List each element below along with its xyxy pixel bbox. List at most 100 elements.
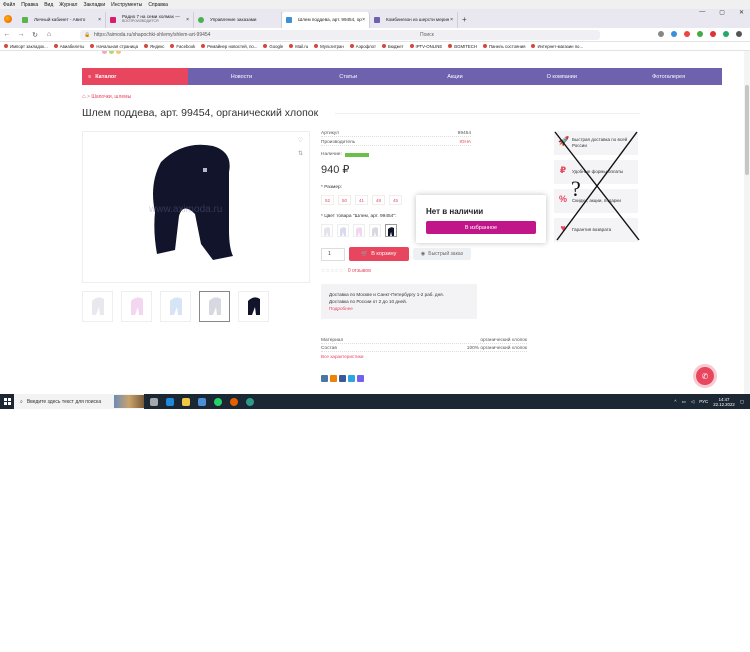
size-option[interactable]: 50 xyxy=(338,195,351,205)
bookmark-item[interactable]: Авиабилеты xyxy=(54,44,85,49)
reload-icon[interactable]: ↻ xyxy=(28,31,42,39)
taskbar-search[interactable]: ⌕ Введите здесь текст для поиска xyxy=(14,394,144,409)
bookmark-item[interactable]: BGMITECH xyxy=(448,44,477,49)
thumbnail-grey[interactable] xyxy=(199,291,230,322)
back-arrow-icon[interactable]: ← xyxy=(0,31,14,38)
bookmark-item[interactable]: Бюджет xyxy=(382,44,404,49)
page-scrollbar[interactable] xyxy=(744,51,750,394)
close-icon[interactable]: × xyxy=(362,12,365,28)
telegram-icon[interactable] xyxy=(348,375,355,382)
color-swatch-grey[interactable] xyxy=(369,224,381,237)
task-view-icon[interactable] xyxy=(150,397,158,406)
reviews-link[interactable]: 0 отзывов xyxy=(348,268,371,274)
facebook-icon[interactable] xyxy=(339,375,346,382)
edge-icon[interactable] xyxy=(166,397,174,406)
size-option[interactable]: 41 xyxy=(355,195,368,205)
close-icon[interactable]: × xyxy=(186,12,189,28)
close-icon[interactable]: × xyxy=(98,12,101,28)
whatsapp-icon[interactable] xyxy=(214,397,222,406)
app-icon[interactable] xyxy=(246,397,254,406)
catalog-button[interactable]: ≡ Каталог xyxy=(82,68,188,85)
tray-chevron-icon[interactable]: ^ xyxy=(674,399,676,404)
language-indicator[interactable]: РУС xyxy=(699,399,708,404)
scrollbar-thumb[interactable] xyxy=(745,85,749,175)
quick-order-button[interactable]: ◉ Быстрый заказ xyxy=(412,248,472,260)
firefox-icon[interactable] xyxy=(4,15,12,23)
extension-icon[interactable] xyxy=(671,31,677,37)
extension-icon[interactable] xyxy=(723,31,729,37)
nav-gallery[interactable]: Фотогалерея xyxy=(615,74,722,80)
menu-bookmarks[interactable]: Закладки xyxy=(83,2,105,8)
bookmark-item[interactable]: Аэрофлот xyxy=(350,44,376,49)
bookmark-item[interactable]: Яндекс xyxy=(144,44,164,49)
clock[interactable]: 14:47 22.12.2022 xyxy=(713,397,735,407)
size-option[interactable]: 45 xyxy=(389,195,402,205)
minimize-icon[interactable]: — xyxy=(699,9,705,16)
extension-icon[interactable] xyxy=(710,31,716,37)
firefox-taskbar-icon[interactable] xyxy=(230,397,238,406)
volume-icon[interactable]: ◁ xyxy=(691,399,694,405)
menu-help[interactable]: Справка xyxy=(148,2,168,8)
delivery-more-link[interactable]: Подробнее xyxy=(329,305,469,312)
thumbnail-navy[interactable] xyxy=(238,291,269,322)
bookmark-item[interactable]: Интернет-магазин по... xyxy=(531,44,583,49)
menu-view[interactable]: Вид xyxy=(44,2,53,8)
home-icon[interactable]: ⌂ xyxy=(82,94,86,100)
product-image-gallery[interactable]: www.aximoda.ru ♡ ⇅ xyxy=(82,131,310,283)
size-option[interactable]: 48 xyxy=(372,195,385,205)
bookmark-item[interactable]: IPTV-ONLINE xyxy=(410,44,443,49)
home-icon[interactable]: ⌂ xyxy=(42,31,56,38)
menu-edit[interactable]: Правка xyxy=(21,2,38,8)
color-swatch-navy[interactable] xyxy=(385,224,397,237)
notifications-icon[interactable]: ▢ xyxy=(740,399,744,405)
bookmark-item[interactable]: Начальная страница xyxy=(90,44,138,49)
close-window-icon[interactable]: ✕ xyxy=(739,9,744,16)
feature-delivery[interactable]: 🚀 Быстрая доставка по всей России xyxy=(554,131,638,155)
network-icon[interactable]: ▭ xyxy=(681,399,685,405)
new-tab-plus-icon[interactable]: + xyxy=(462,12,467,28)
menu-tools[interactable]: Инструменты xyxy=(111,2,142,8)
thumbnail-blue[interactable] xyxy=(160,291,191,322)
tab-overall[interactable]: Комбинезон из шерсти мерин × xyxy=(370,12,458,28)
menu-file[interactable]: Файл xyxy=(3,2,15,8)
menu-icon[interactable] xyxy=(736,31,742,37)
downloads-icon[interactable] xyxy=(658,31,664,37)
feature-payment[interactable]: ₽ Удобные формы оплаты xyxy=(554,160,638,184)
menu-history[interactable]: Журнал xyxy=(59,2,77,8)
bookmark-item[interactable]: Панель состояния xyxy=(483,44,526,49)
ok-icon[interactable] xyxy=(330,375,337,382)
size-option[interactable]: 52 xyxy=(321,195,334,205)
vk-icon[interactable] xyxy=(321,375,328,382)
color-swatch-lilac[interactable] xyxy=(337,224,349,237)
thumbnail-pink[interactable] xyxy=(121,291,152,322)
nav-articles[interactable]: Статьи xyxy=(295,74,402,80)
bookmark-item[interactable]: Мультитран xyxy=(314,44,344,49)
bookmark-item[interactable]: Импорт закладок... xyxy=(4,44,48,49)
tab-orders[interactable]: Управление заказами xyxy=(194,12,282,28)
browser-search-box[interactable]: Поиск xyxy=(408,30,598,40)
extension-icon[interactable] xyxy=(697,31,703,37)
favorite-heart-icon[interactable]: ♡ xyxy=(298,137,303,144)
tab-product[interactable]: Шлем поддева, арт. 99454, ор × xyxy=(282,12,370,28)
close-icon[interactable]: × xyxy=(450,12,453,28)
call-back-button[interactable]: ✆ xyxy=(693,364,717,388)
compare-icon[interactable]: ⇅ xyxy=(298,150,303,157)
feature-return[interactable]: ♥ Гарантия возврата xyxy=(554,218,638,242)
bookmark-item[interactable]: Google xyxy=(263,44,283,49)
tab-avito[interactable]: Личный кабинет - Авито × xyxy=(18,12,106,28)
quantity-stepper[interactable]: 1 xyxy=(321,247,345,261)
color-swatch-pink[interactable] xyxy=(353,224,365,237)
add-to-favorites-button[interactable]: В избранное xyxy=(426,221,536,234)
nav-about[interactable]: О компании xyxy=(508,74,615,80)
mail-icon[interactable] xyxy=(198,397,206,406)
forward-arrow-icon[interactable]: → xyxy=(14,31,28,38)
viber-icon[interactable] xyxy=(357,375,364,382)
extension-icon[interactable] xyxy=(684,31,690,37)
thumbnail-white[interactable] xyxy=(82,291,113,322)
maker-value[interactable]: ЮНА xyxy=(459,140,471,145)
site-logo[interactable] xyxy=(102,51,121,54)
nav-news[interactable]: Новости xyxy=(188,74,295,80)
color-swatch-white[interactable] xyxy=(321,224,333,237)
windows-start-icon[interactable] xyxy=(0,394,14,409)
nav-promos[interactable]: Акции xyxy=(402,74,509,80)
